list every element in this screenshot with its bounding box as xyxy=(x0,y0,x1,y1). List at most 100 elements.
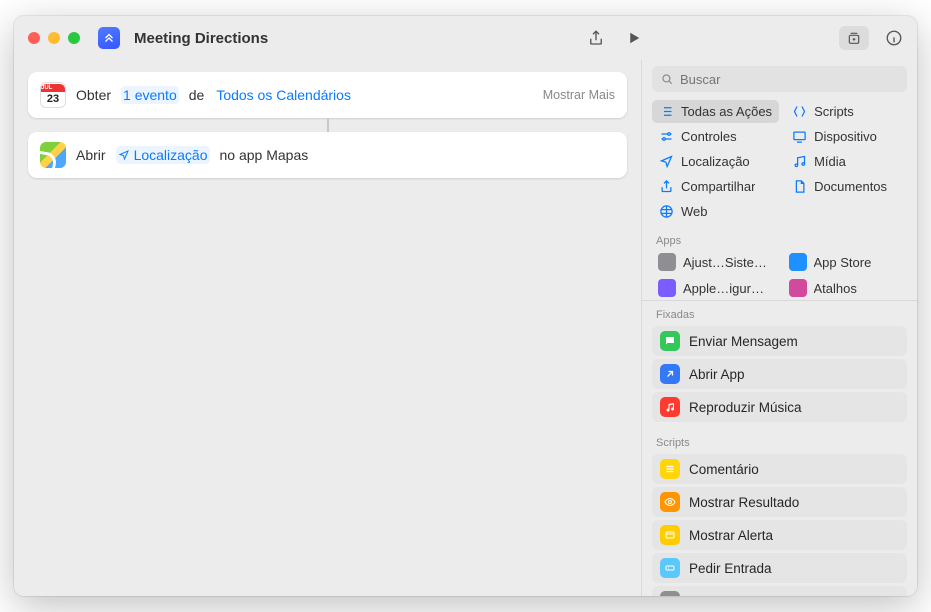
share-icon[interactable] xyxy=(587,29,605,47)
action-label: Enviar Mensagem xyxy=(689,334,798,349)
action-verb: Abrir xyxy=(76,147,106,163)
category-share[interactable]: Compartilhar xyxy=(652,175,779,198)
library-action-item[interactable]: Comentário xyxy=(652,454,907,484)
app-icon xyxy=(658,253,676,271)
action-glyph-icon xyxy=(660,459,680,479)
events-count-token[interactable]: 1 evento xyxy=(121,86,179,104)
actions-library-sidebar: Todas as Ações Scripts Controles Dispositiv… xyxy=(641,60,917,596)
location-variable-token[interactable]: Localização xyxy=(116,146,210,164)
action-label: Pedir Entrada xyxy=(689,561,772,576)
calendar-source-token[interactable]: Todos os Calendários xyxy=(214,86,353,104)
section-label-apps: Apps xyxy=(642,227,917,250)
action-card-get-events[interactable]: JUL 23 Obter 1 evento de Todos os Calend… xyxy=(28,72,627,118)
scripts-actions-list: Comentário Mostrar Resultado Mostrar Alert… xyxy=(642,452,917,596)
media-icon xyxy=(792,154,807,169)
titlebar: Meeting Directions xyxy=(14,16,917,60)
web-icon xyxy=(659,204,674,219)
category-label: Dispositivo xyxy=(814,129,877,144)
category-list[interactable]: Todas as Ações xyxy=(652,100,779,123)
action-glyph-icon xyxy=(660,525,680,545)
action-glyph-icon xyxy=(660,492,680,512)
device-icon xyxy=(792,129,807,144)
library-action-item[interactable]: Pedir Entrada xyxy=(652,553,907,583)
category-device[interactable]: Dispositivo xyxy=(785,125,907,148)
library-action-item[interactable]: Reproduzir Música xyxy=(652,392,907,422)
minimize-window-button[interactable] xyxy=(48,32,60,44)
category-controls[interactable]: Controles xyxy=(652,125,779,148)
app-item[interactable]: App Store xyxy=(783,250,908,274)
maps-icon xyxy=(40,142,66,168)
category-label: Todas as Ações xyxy=(681,104,772,119)
category-label: Documentos xyxy=(814,179,887,194)
action-from-label: de xyxy=(189,87,205,103)
app-item[interactable]: Apple…igurator xyxy=(652,276,777,300)
list-icon xyxy=(659,104,674,119)
action-label: Mostrar Alerta xyxy=(689,528,773,543)
calendar-icon: JUL 23 xyxy=(40,82,66,108)
category-label: Localização xyxy=(681,154,750,169)
category-web[interactable]: Web xyxy=(652,200,779,223)
category-label: Compartilhar xyxy=(681,179,755,194)
apps-grid: Ajust…Sistema App Store Apple…igurator Atal… xyxy=(642,250,917,300)
action-connector xyxy=(327,118,329,132)
library-action-item[interactable]: Abrir App xyxy=(652,359,907,389)
app-icon xyxy=(789,253,807,271)
doc-icon xyxy=(792,179,807,194)
app-icon xyxy=(658,279,676,297)
action-label: Abrir App xyxy=(689,367,745,382)
info-icon[interactable] xyxy=(885,29,903,47)
action-glyph-icon xyxy=(660,331,680,351)
category-grid: Todas as Ações Scripts Controles Dispositiv… xyxy=(642,100,917,227)
window-controls xyxy=(28,32,80,44)
category-script[interactable]: Scripts xyxy=(785,100,907,123)
action-verb: Obter xyxy=(76,87,111,103)
search-icon xyxy=(660,72,674,86)
section-label-pinned: Fixadas xyxy=(642,301,917,324)
section-label-scripts: Scripts xyxy=(642,429,917,452)
action-label: Reproduzir Música xyxy=(689,400,802,415)
search-input[interactable] xyxy=(652,66,907,92)
app-window: Meeting Directions JUL 2 xyxy=(14,16,917,596)
script-icon xyxy=(792,104,807,119)
category-label: Scripts xyxy=(814,104,854,119)
location-icon xyxy=(659,154,674,169)
shortcut-icon xyxy=(98,27,120,49)
pinned-actions-list: Enviar Mensagem Abrir App Reproduzir Músic… xyxy=(642,324,917,429)
show-more-button[interactable]: Mostrar Mais xyxy=(543,88,615,102)
app-label: Apple…igurator xyxy=(683,281,771,296)
category-label: Mídia xyxy=(814,154,846,169)
app-label: Ajust…Sistema xyxy=(683,255,771,270)
action-label: Mostrar Resultado xyxy=(689,495,799,510)
category-media[interactable]: Mídia xyxy=(785,150,907,173)
category-location[interactable]: Localização xyxy=(652,150,779,173)
app-icon xyxy=(789,279,807,297)
share-icon xyxy=(659,179,674,194)
action-glyph-icon xyxy=(660,558,680,578)
action-label: Contar xyxy=(689,594,730,597)
category-label: Web xyxy=(681,204,708,219)
library-action-item[interactable]: Mostrar Resultado xyxy=(652,487,907,517)
action-suffix: no app Mapas xyxy=(220,147,309,163)
library-action-item[interactable]: Mostrar Alerta xyxy=(652,520,907,550)
category-label: Controles xyxy=(681,129,737,144)
action-glyph-icon xyxy=(660,591,680,596)
app-item[interactable]: Atalhos xyxy=(783,276,908,300)
close-window-button[interactable] xyxy=(28,32,40,44)
library-action-item[interactable]: Enviar Mensagem xyxy=(652,326,907,356)
fullscreen-window-button[interactable] xyxy=(68,32,80,44)
workflow-editor[interactable]: JUL 23 Obter 1 evento de Todos os Calend… xyxy=(14,60,641,596)
app-item[interactable]: Ajust…Sistema xyxy=(652,250,777,274)
action-card-open-maps[interactable]: Abrir Localização no app Mapas xyxy=(28,132,627,178)
library-action-item[interactable]: Contar xyxy=(652,586,907,596)
window-title: Meeting Directions xyxy=(134,30,268,47)
library-toggle-icon[interactable] xyxy=(839,26,869,50)
run-icon[interactable] xyxy=(625,29,643,47)
action-glyph-icon xyxy=(660,364,680,384)
app-label: Atalhos xyxy=(814,281,857,296)
controls-icon xyxy=(659,129,674,144)
app-label: App Store xyxy=(814,255,872,270)
search-field-wrapper xyxy=(652,66,907,92)
action-glyph-icon xyxy=(660,397,680,417)
category-doc[interactable]: Documentos xyxy=(785,175,907,198)
action-label: Comentário xyxy=(689,462,759,477)
